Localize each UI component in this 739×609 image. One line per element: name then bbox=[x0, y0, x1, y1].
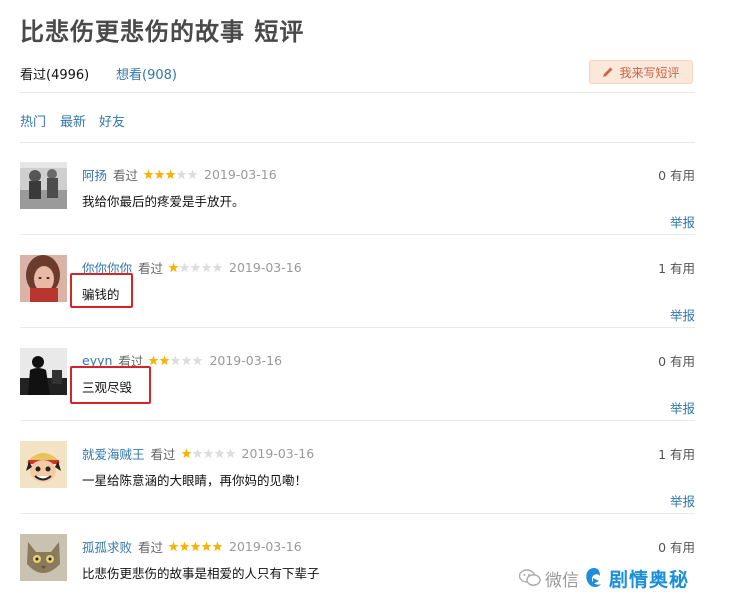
useful-votes[interactable]: 0 有用 bbox=[658, 165, 695, 184]
useful-votes[interactable]: 0 有用 bbox=[658, 351, 695, 370]
rating-stars bbox=[168, 262, 223, 273]
star-filled-icon bbox=[148, 355, 159, 366]
star-filled-icon bbox=[165, 169, 176, 180]
star-filled-icon bbox=[190, 541, 201, 552]
star-filled-icon bbox=[179, 541, 190, 552]
watermark: 微信 剧情奥秘 bbox=[515, 562, 694, 594]
report-link[interactable]: 举报 bbox=[670, 398, 695, 417]
review-meta: 就爱海贼王 看过 2019-03-16 bbox=[82, 444, 314, 463]
avatar[interactable] bbox=[20, 348, 67, 395]
review-comment: 比悲伤更悲伤的故事是相爱的人只有下辈子 bbox=[82, 566, 320, 581]
review-comment: 我给你最后的疼爱是手放开。 bbox=[82, 194, 245, 209]
pencil-icon bbox=[603, 67, 613, 77]
divider bbox=[20, 420, 695, 421]
review-date: 2019-03-16 bbox=[229, 260, 302, 275]
review-date: 2019-03-16 bbox=[204, 167, 277, 182]
star-empty-icon bbox=[187, 169, 198, 180]
report-link[interactable]: 举报 bbox=[670, 305, 695, 324]
brand-logo-icon bbox=[586, 568, 601, 587]
star-empty-icon bbox=[190, 262, 201, 273]
watermark-prefix: 微信 bbox=[545, 570, 579, 591]
star-empty-icon bbox=[179, 262, 190, 273]
divider bbox=[20, 327, 695, 328]
review-item: eyyn 看过 2019-03-16 三观尽毁 0 有用 举报 bbox=[20, 329, 695, 421]
star-empty-icon bbox=[170, 355, 181, 366]
star-empty-icon bbox=[181, 355, 192, 366]
review-status: 看过 bbox=[138, 540, 164, 555]
highlight-box bbox=[70, 366, 151, 404]
star-filled-icon bbox=[212, 541, 223, 552]
review-username[interactable]: 阿扬 bbox=[82, 165, 107, 184]
page: 比悲伤更悲伤的故事 短评 看过(4996) 想看(908) 我来写短评 热门 最… bbox=[0, 0, 739, 609]
rating-stars bbox=[148, 355, 203, 366]
review-meta: 孤孤求败 看过 2019-03-16 bbox=[82, 537, 302, 556]
useful-votes[interactable]: 1 有用 bbox=[658, 258, 695, 277]
review-item: 你你你你 看过 2019-03-16 骗钱的 1 有用 举报 bbox=[20, 236, 695, 328]
page-title: 比悲伤更悲伤的故事 短评 bbox=[20, 18, 305, 46]
filter-latest[interactable]: 最新 bbox=[60, 111, 86, 130]
review-date: 2019-03-16 bbox=[241, 446, 315, 461]
watermark-brand: 剧情奥秘 bbox=[609, 568, 690, 591]
avatar[interactable] bbox=[20, 255, 67, 302]
star-filled-icon bbox=[143, 169, 154, 180]
avatar[interactable] bbox=[20, 162, 67, 209]
tab-watched[interactable]: 看过(4996) bbox=[20, 64, 89, 83]
avatar[interactable] bbox=[20, 441, 67, 488]
write-review-button[interactable]: 我来写短评 bbox=[589, 60, 693, 84]
filter-hot[interactable]: 热门 bbox=[20, 111, 46, 130]
useful-votes[interactable]: 1 有用 bbox=[658, 444, 695, 463]
filter-friends[interactable]: 好友 bbox=[99, 111, 125, 130]
tab-divider bbox=[20, 92, 695, 93]
star-empty-icon bbox=[203, 448, 213, 459]
star-filled-icon bbox=[201, 541, 212, 552]
review-status: 看过 bbox=[150, 447, 176, 462]
divider bbox=[20, 513, 695, 514]
highlight-box bbox=[70, 273, 133, 308]
star-empty-icon bbox=[201, 262, 212, 273]
avatar[interactable] bbox=[20, 534, 67, 581]
report-link[interactable]: 举报 bbox=[670, 212, 695, 231]
report-link[interactable]: 举报 bbox=[670, 491, 695, 510]
review-username[interactable]: 孤孤求败 bbox=[82, 537, 132, 556]
tab-want-to-watch[interactable]: 想看(908) bbox=[116, 64, 177, 83]
star-empty-icon bbox=[214, 448, 224, 459]
star-filled-icon bbox=[168, 262, 179, 273]
useful-votes[interactable]: 0 有用 bbox=[658, 537, 695, 556]
rating-stars bbox=[181, 448, 236, 459]
star-empty-icon bbox=[212, 262, 223, 273]
divider bbox=[20, 234, 695, 235]
star-empty-icon bbox=[192, 355, 203, 366]
rating-stars bbox=[168, 541, 223, 552]
star-filled-icon bbox=[181, 448, 191, 459]
star-empty-icon bbox=[192, 448, 202, 459]
wechat-icon bbox=[519, 569, 541, 586]
review-item: 阿扬 看过 2019-03-16 我给你最后的疼爱是手放开。 0 有用 举报 bbox=[20, 143, 695, 235]
review-status: 看过 bbox=[138, 261, 164, 276]
review-comment: 一星给陈意涵的大眼睛，再你妈的见嘞！ bbox=[82, 473, 308, 488]
review-date: 2019-03-16 bbox=[209, 353, 283, 368]
review-status: 看过 bbox=[113, 168, 139, 183]
review-username[interactable]: 就爱海贼王 bbox=[82, 444, 145, 463]
star-empty-icon bbox=[225, 448, 235, 459]
star-filled-icon bbox=[154, 169, 165, 180]
review-meta: 阿扬 看过 2019-03-16 bbox=[82, 165, 277, 184]
review-date: 2019-03-16 bbox=[229, 539, 302, 554]
rating-stars bbox=[143, 169, 198, 180]
write-review-label: 我来写短评 bbox=[619, 65, 680, 80]
star-filled-icon bbox=[159, 355, 170, 366]
review-item: 就爱海贼王 看过 2019-03-16 一星给陈意涵的大眼睛，再你妈的见嘞！ 1… bbox=[20, 422, 695, 514]
star-filled-icon bbox=[168, 541, 179, 552]
star-empty-icon bbox=[176, 169, 187, 180]
